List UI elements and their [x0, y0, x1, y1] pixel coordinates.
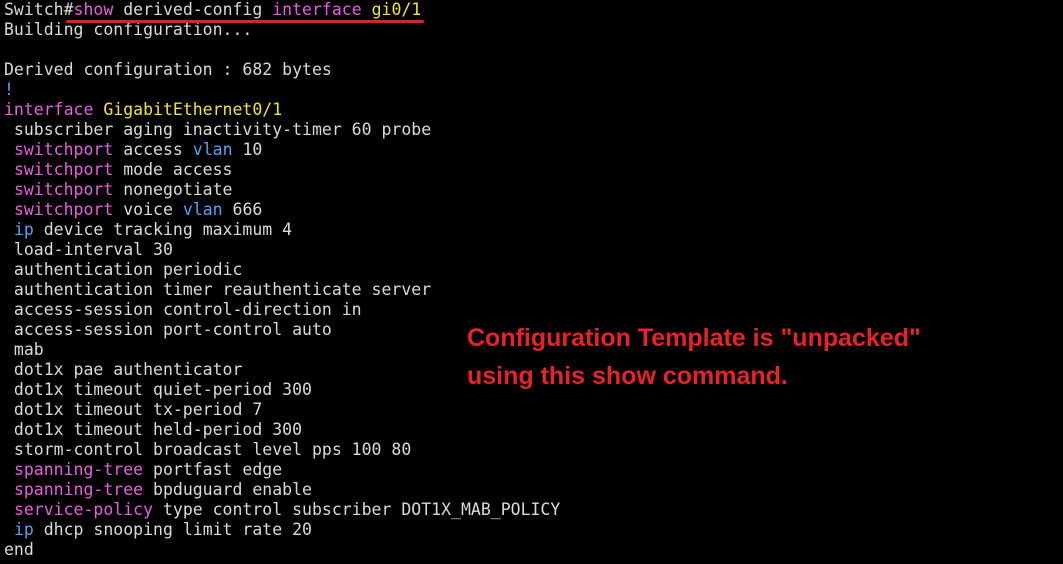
terminal-text-segment: interface — [4, 100, 94, 119]
terminal-text-segment: show — [73, 0, 114, 19]
terminal-text-segment: dot1x pae authenticator — [4, 360, 243, 379]
terminal-text-segment: access-session port-control auto — [4, 320, 332, 339]
terminal-text-segment: mab — [4, 340, 44, 359]
terminal-text-segment: dhcp snooping limit rate 20 — [33, 520, 312, 539]
terminal-text-segment: switchport — [13, 180, 114, 199]
terminal-text-segment: authentication periodic — [4, 260, 243, 279]
terminal-line: subscriber aging inactivity-timer 60 pro… — [4, 120, 431, 140]
terminal-text-segment: dot1x timeout held-period 300 — [4, 420, 303, 439]
terminal-text-segment: end — [4, 540, 34, 559]
terminal-text-segment: ! — [4, 80, 14, 99]
annotation-line-1: Configuration Template is "unpacked" — [467, 324, 921, 352]
terminal-line: dot1x timeout held-period 300 — [4, 420, 302, 440]
terminal-text-segment: Derived configuration : 682 bytes — [4, 60, 332, 79]
terminal-text-segment: authentication timer reauthenticate serv… — [4, 280, 432, 299]
terminal-text-segment: voice — [113, 200, 183, 219]
terminal-line: service-policy type control subscriber D… — [4, 500, 560, 520]
terminal-line: Building configuration... — [4, 20, 252, 40]
terminal-text-segment: 10 — [232, 140, 263, 159]
terminal-text-segment: bpduguard enable — [143, 480, 312, 499]
terminal-text-segment: service-policy — [13, 500, 154, 519]
terminal-line: switchport voice vlan 666 — [4, 200, 262, 220]
terminal-text-segment: GigabitEthernet0/1 — [93, 100, 283, 119]
terminal-line: Derived configuration : 682 bytes — [4, 60, 332, 80]
terminal-text-segment: storm-control broadcast level pps 100 80 — [4, 440, 412, 459]
command-highlight-underline — [66, 20, 424, 23]
terminal-text-segment: mode access — [113, 160, 233, 179]
terminal-line: access-session port-control auto — [4, 320, 332, 340]
terminal-text-segment: gi0/1 — [361, 0, 422, 19]
terminal-line: dot1x pae authenticator — [4, 360, 243, 380]
terminal-text-segment: derived-config — [113, 0, 273, 19]
terminal-line: switchport mode access — [4, 160, 233, 180]
terminal-text-segment: spanning-tree — [13, 460, 144, 479]
terminal-text-segment: switchport — [13, 140, 114, 159]
terminal-line: spanning-tree bpduguard enable — [4, 480, 312, 500]
terminal-line: authentication timer reauthenticate serv… — [4, 280, 431, 300]
terminal-text-segment: access — [113, 140, 193, 159]
terminal-line: ip device tracking maximum 4 — [4, 220, 292, 240]
terminal-text-segment: subscriber aging inactivity-timer 60 pro… — [4, 120, 432, 139]
annotation-line-2: using this show command. — [467, 362, 788, 390]
terminal-text-segment: Switch# — [4, 0, 74, 19]
terminal-text-segment: nonegotiate — [113, 180, 233, 199]
terminal-line: dot1x timeout quiet-period 300 — [4, 380, 312, 400]
terminal-text-segment: dot1x timeout quiet-period 300 — [4, 380, 312, 399]
terminal-line: ! — [4, 80, 14, 100]
terminal-text-segment: ip — [13, 220, 34, 239]
terminal-text-segment: access-session control-direction in — [4, 300, 362, 319]
terminal-line: load-interval 30 — [4, 240, 173, 260]
terminal-line: interface GigabitEthernet0/1 — [4, 100, 282, 120]
terminal-line: access-session control-direction in — [4, 300, 362, 320]
terminal-line: switchport access vlan 10 — [4, 140, 262, 160]
terminal-text-segment: load-interval 30 — [4, 240, 173, 259]
terminal-line: spanning-tree portfast edge — [4, 460, 282, 480]
terminal-text-segment: switchport — [13, 200, 114, 219]
terminal-text-segment: interface — [272, 0, 362, 19]
terminal-text-segment: 666 — [222, 200, 263, 219]
terminal-line: mab — [4, 340, 44, 360]
terminal-line: dot1x timeout tx-period 7 — [4, 400, 262, 420]
terminal-line: authentication periodic — [4, 260, 243, 280]
terminal-text-segment: portfast edge — [143, 460, 283, 479]
annotation-callout: Configuration Template is "unpacked" usi… — [467, 319, 1027, 395]
terminal-text-segment: dot1x timeout tx-period 7 — [4, 400, 263, 419]
terminal-window[interactable]: Switch#show derived-config interface gi0… — [0, 0, 1063, 564]
terminal-text-segment: device tracking maximum 4 — [33, 220, 293, 239]
terminal-text-segment: spanning-tree — [13, 480, 144, 499]
command-prompt-line: Switch#show derived-config interface gi0… — [4, 0, 421, 20]
terminal-text-segment: type control subscriber DOT1X_MAB_POLICY — [153, 500, 561, 519]
terminal-line: switchport nonegotiate — [4, 180, 233, 200]
terminal-line: storm-control broadcast level pps 100 80 — [4, 440, 411, 460]
terminal-text-segment: vlan — [182, 200, 223, 219]
terminal-line: ip dhcp snooping limit rate 20 — [4, 520, 312, 540]
terminal-text-segment: ip — [13, 520, 34, 539]
terminal-line: end — [4, 540, 34, 560]
terminal-text-segment: switchport — [13, 160, 114, 179]
terminal-text-segment: vlan — [192, 140, 233, 159]
